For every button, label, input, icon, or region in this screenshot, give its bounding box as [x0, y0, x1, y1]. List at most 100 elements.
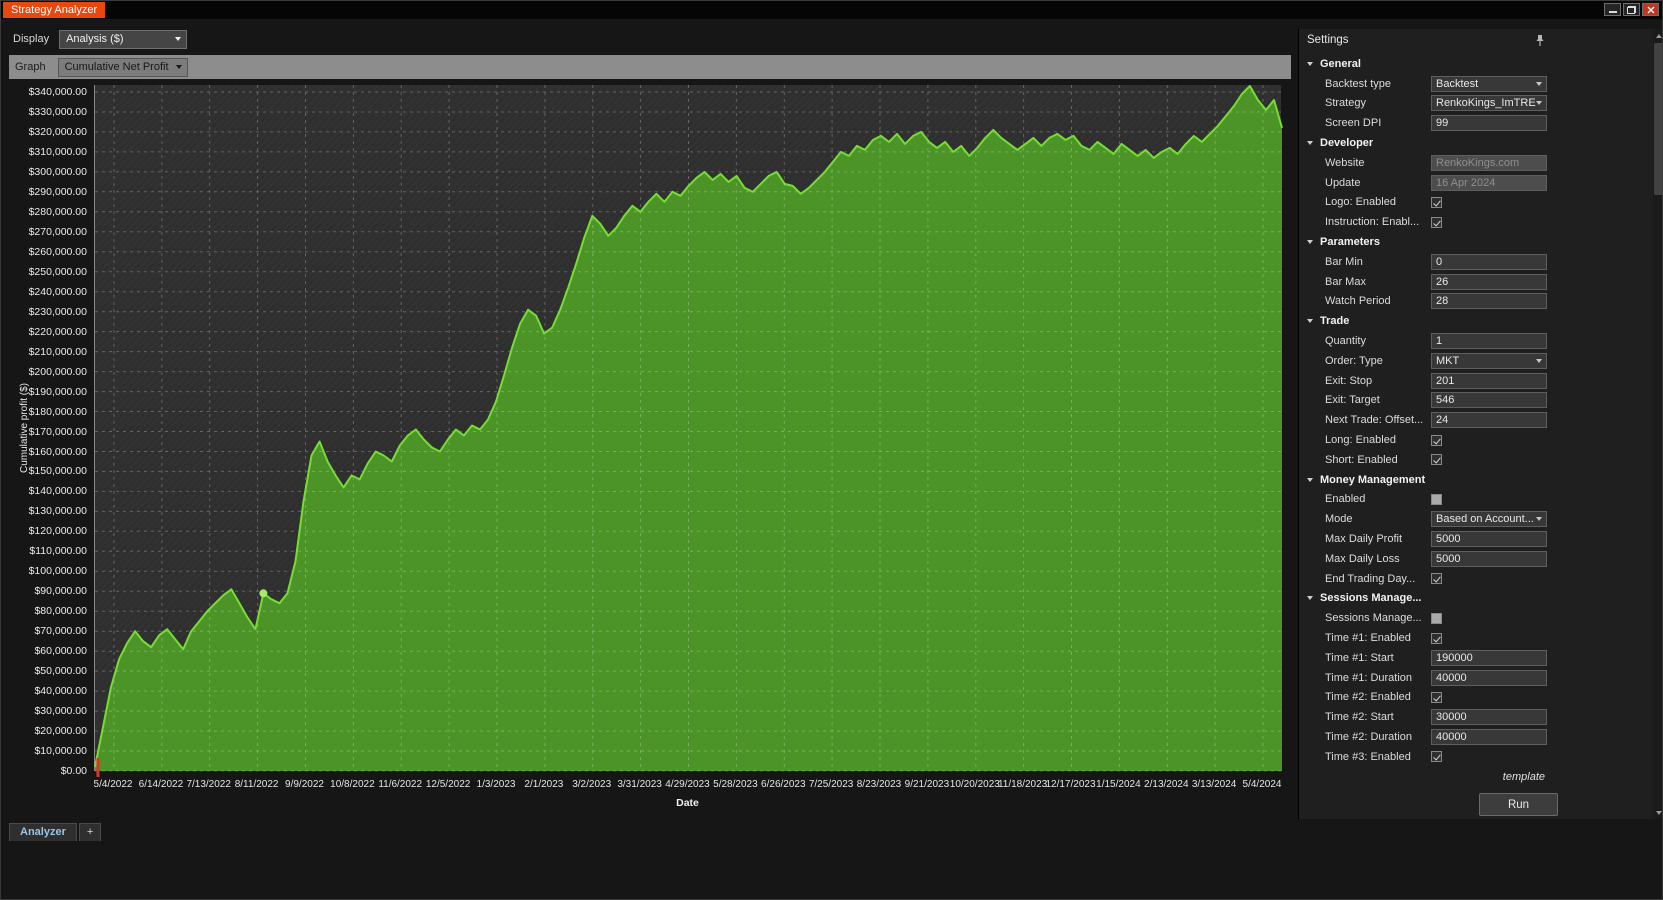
- property-label: Website: [1325, 157, 1431, 169]
- y-tick-label: $140,000.00: [29, 485, 87, 497]
- property-input-max-daily-loss[interactable]: 5000: [1431, 551, 1547, 567]
- property-input-screen-dpi[interactable]: 99: [1431, 115, 1547, 131]
- close-button[interactable]: [1642, 3, 1659, 16]
- property-input-next-trade-offset[interactable]: 24: [1431, 412, 1547, 428]
- property-checkbox-time-1-enabled[interactable]: [1431, 633, 1442, 644]
- close-icon: [1647, 6, 1655, 14]
- property-label: Max Daily Profit: [1325, 533, 1431, 545]
- property-input-max-daily-profit[interactable]: 5000: [1431, 531, 1547, 547]
- display-dropdown[interactable]: Analysis ($): [59, 30, 187, 49]
- collapse-arrow-icon[interactable]: [1307, 141, 1313, 145]
- settings-row-max-daily-loss: Max Daily Loss5000: [1299, 549, 1653, 569]
- restore-button[interactable]: [1623, 3, 1640, 16]
- property-dropdown-backtest-type[interactable]: Backtest: [1431, 76, 1547, 92]
- settings-section-sessions-manage: Sessions Manage...: [1299, 589, 1653, 609]
- collapse-arrow-icon[interactable]: [1307, 240, 1313, 244]
- settings-scrollbar[interactable]: [1653, 29, 1663, 819]
- property-label: Exit: Target: [1325, 394, 1431, 406]
- y-tick-label: $60,000.00: [34, 645, 87, 657]
- collapse-arrow-icon[interactable]: [1307, 596, 1313, 600]
- run-button[interactable]: Run: [1479, 793, 1558, 816]
- y-tick-label: $130,000.00: [29, 505, 87, 517]
- property-input-watch-period[interactable]: 28: [1431, 293, 1547, 309]
- property-input-exit-stop[interactable]: 201: [1431, 373, 1547, 389]
- x-tick-label: 3/31/2023: [617, 779, 662, 790]
- collapse-arrow-icon[interactable]: [1307, 319, 1313, 323]
- scroll-down-button[interactable]: [1653, 806, 1663, 819]
- x-tick-label: 7/25/2023: [809, 779, 854, 790]
- minimize-icon: [1609, 11, 1617, 13]
- y-tick-label: $80,000.00: [34, 605, 87, 617]
- window-title: Strategy Analyzer: [11, 4, 97, 16]
- chevron-down-icon: [1656, 811, 1662, 815]
- property-label: Screen DPI: [1325, 117, 1431, 129]
- plot-area[interactable]: [94, 85, 1281, 771]
- settings-row-short-enabled: Short: Enabled: [1299, 450, 1653, 470]
- graph-dropdown[interactable]: Cumulative Net Profit: [58, 58, 188, 77]
- property-checkbox-instruction-enabl[interactable]: [1431, 217, 1442, 228]
- y-tick-label: $300,000.00: [29, 166, 87, 178]
- section-label: General: [1320, 58, 1361, 70]
- tab-analyzer[interactable]: Analyzer: [9, 823, 77, 841]
- property-checkbox-enabled[interactable]: [1431, 494, 1442, 505]
- pin-icon[interactable]: [1535, 33, 1545, 55]
- section-label: Trade: [1320, 315, 1349, 327]
- property-label: Time #2: Start: [1325, 711, 1431, 723]
- property-checkbox-end-trading-day[interactable]: [1431, 573, 1442, 584]
- y-tick-label: $70,000.00: [34, 625, 87, 637]
- property-input-quantity[interactable]: 1: [1431, 333, 1547, 349]
- cumulative-profit-chart: Cumulative profit ($) $340,000.00$330,00…: [9, 85, 1291, 819]
- display-dropdown-value: Analysis ($): [66, 33, 123, 45]
- property-dropdown-mode[interactable]: Based on Account...: [1431, 511, 1547, 527]
- chevron-down-icon: [1536, 101, 1542, 105]
- strategy-analyzer-window: Strategy Analyzer Display Analysis ($) G…: [0, 0, 1663, 900]
- minimize-button[interactable]: [1604, 3, 1621, 16]
- settings-row-max-daily-profit: Max Daily Profit5000: [1299, 529, 1653, 549]
- chevron-down-icon: [176, 65, 182, 69]
- property-label: Time #3: Enabled: [1325, 751, 1431, 763]
- property-checkbox-sessions-manage[interactable]: [1431, 613, 1442, 624]
- property-input-exit-target[interactable]: 546: [1431, 392, 1547, 408]
- chevron-down-icon: [175, 37, 181, 41]
- section-label: Money Management: [1320, 474, 1425, 486]
- x-tick-label: 7/13/2022: [186, 779, 231, 790]
- property-input-bar-min[interactable]: 0: [1431, 254, 1547, 270]
- x-tick-label: 5/28/2023: [713, 779, 758, 790]
- restore-icon: [1627, 6, 1636, 14]
- property-input-time-2-duration[interactable]: 40000: [1431, 729, 1547, 745]
- graph-label: Graph: [15, 61, 46, 73]
- property-dropdown-order-type[interactable]: MKT: [1431, 353, 1547, 369]
- property-label: Logo: Enabled: [1325, 196, 1431, 208]
- x-tick-label: 4/29/2023: [665, 779, 710, 790]
- display-toolbar: Display Analysis ($): [9, 29, 1291, 49]
- collapse-arrow-icon[interactable]: [1307, 478, 1313, 482]
- trade-marker-dot: [259, 589, 267, 597]
- add-tab-button[interactable]: +: [79, 823, 101, 841]
- property-label: Bar Max: [1325, 276, 1431, 288]
- property-input-bar-max[interactable]: 26: [1431, 274, 1547, 290]
- property-input-time-1-start[interactable]: 190000: [1431, 650, 1547, 666]
- property-checkbox-time-3-enabled[interactable]: [1431, 751, 1442, 762]
- property-input-time-2-start[interactable]: 30000: [1431, 709, 1547, 725]
- y-tick-label: $170,000.00: [29, 426, 87, 438]
- property-checkbox-time-2-enabled[interactable]: [1431, 692, 1442, 703]
- template-link[interactable]: template: [1503, 771, 1545, 783]
- x-tick-label: 12/5/2022: [426, 779, 471, 790]
- property-checkbox-logo-enabled[interactable]: [1431, 197, 1442, 208]
- x-tick-label: 11/18/2023: [998, 779, 1047, 790]
- scrollbar-thumb[interactable]: [1654, 43, 1663, 195]
- settings-section-general: General: [1299, 54, 1653, 74]
- y-tick-label: $250,000.00: [29, 266, 87, 278]
- collapse-arrow-icon[interactable]: [1307, 62, 1313, 66]
- y-tick-label: $210,000.00: [29, 346, 87, 358]
- graph-toolbar: Graph Cumulative Net Profit: [9, 55, 1291, 79]
- property-dropdown-strategy[interactable]: RenkoKings_ImTRE: [1431, 95, 1547, 111]
- property-input-time-1-duration[interactable]: 40000: [1431, 670, 1547, 686]
- window-title-tab[interactable]: Strategy Analyzer: [3, 2, 105, 18]
- scroll-up-button[interactable]: [1653, 29, 1663, 42]
- property-checkbox-short-enabled[interactable]: [1431, 454, 1442, 465]
- property-checkbox-long-enabled[interactable]: [1431, 435, 1442, 446]
- settings-row-quantity: Quantity1: [1299, 331, 1653, 351]
- settings-row-exit-stop: Exit: Stop201: [1299, 371, 1653, 391]
- settings-row-order-type: Order: TypeMKT: [1299, 351, 1653, 371]
